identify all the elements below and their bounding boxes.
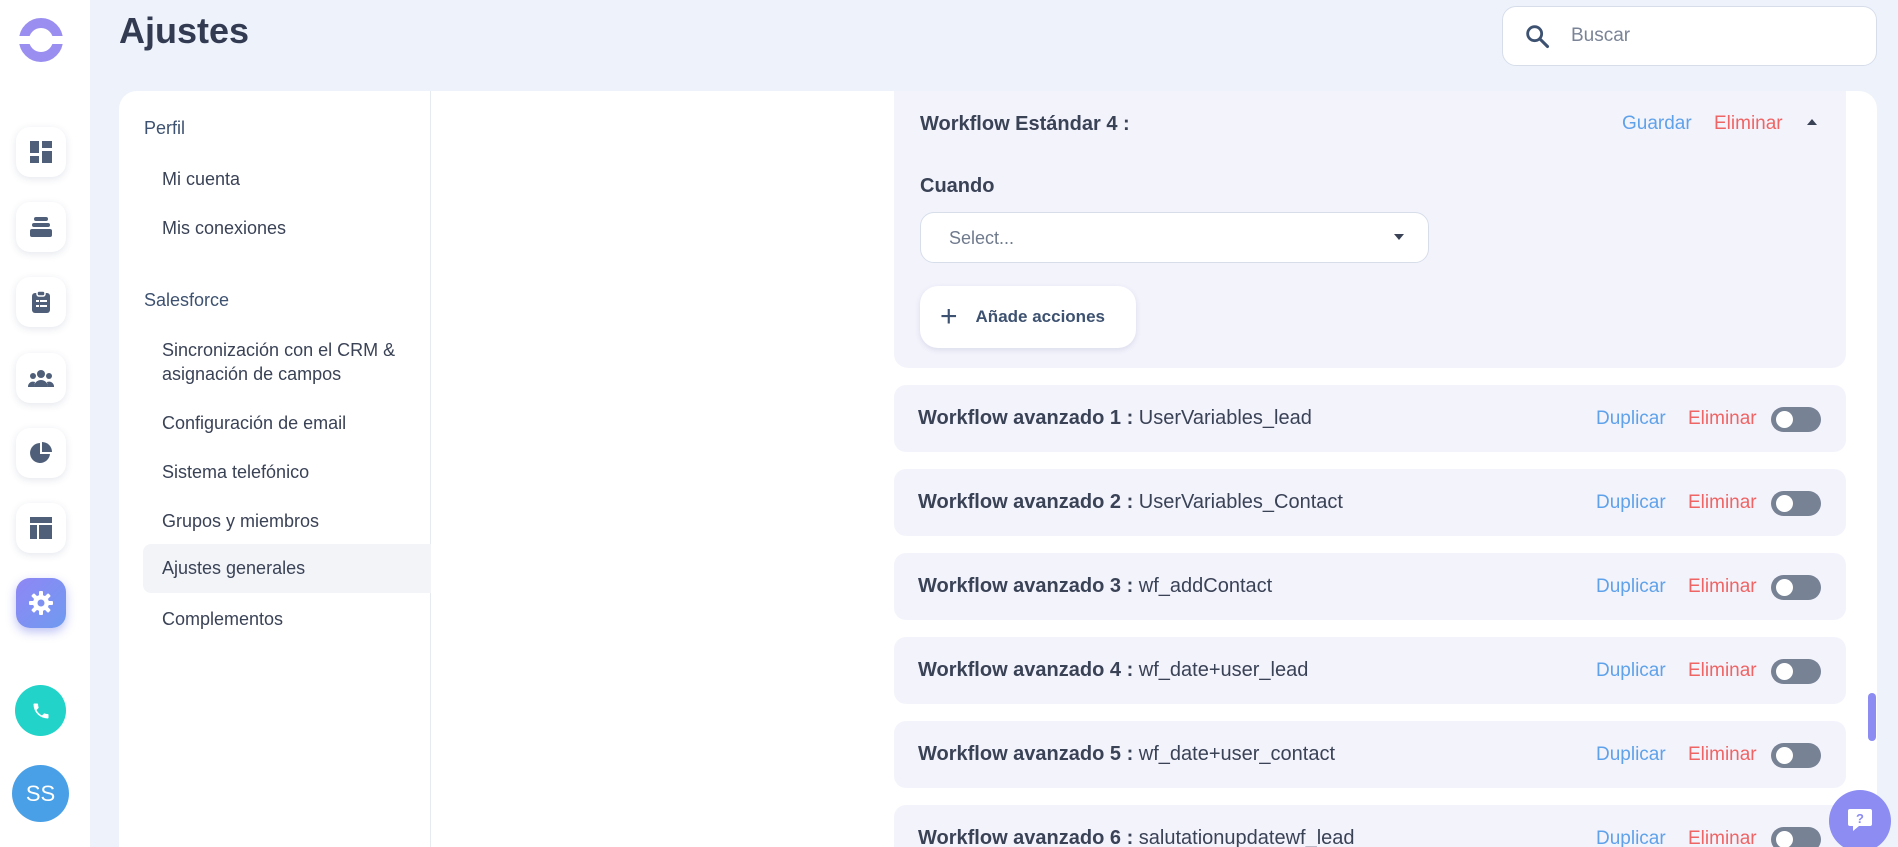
duplicate-button[interactable]: Duplicar	[1596, 744, 1666, 766]
workflow-name: salutationupdatewf_lead	[1138, 827, 1355, 847]
nav-item-groups-members[interactable]: Grupos y miembros	[143, 509, 431, 533]
search-icon	[1526, 25, 1550, 49]
workflow-row: Workflow avanzado 2 : UserVariables_Cont…	[894, 469, 1846, 536]
select-placeholder: Select...	[949, 228, 1015, 248]
pie-chart-icon	[30, 442, 52, 463]
page-title: Ajustes	[119, 10, 250, 51]
reports-button[interactable]	[16, 428, 66, 478]
workflow-label: Workflow avanzado 1 :	[918, 407, 1134, 429]
search-input[interactable]	[1571, 25, 1861, 47]
nav-item-addons[interactable]: Complementos	[143, 607, 431, 631]
workflow-toggle[interactable]	[1771, 491, 1821, 516]
workflow-name: UserVariables_Contact	[1138, 491, 1343, 513]
delete-button[interactable]: Eliminar	[1688, 408, 1757, 430]
help-chat-icon: ?	[1848, 809, 1872, 831]
workflow-label: Workflow avanzado 6 :	[918, 827, 1134, 847]
settings-button[interactable]	[16, 578, 66, 628]
settings-panel: Perfil Mi cuenta Mis conexiones Salesfor…	[119, 91, 1877, 847]
app-sidebar: SS	[0, 0, 90, 847]
duplicate-button[interactable]: Duplicar	[1596, 408, 1666, 430]
nav-item-mi-cuenta[interactable]: Mi cuenta	[143, 167, 431, 191]
chevron-down-icon	[1394, 234, 1404, 240]
phone-icon	[33, 703, 48, 718]
avatar[interactable]: SS	[12, 765, 69, 822]
delete-button[interactable]: Eliminar	[1688, 660, 1757, 682]
nav-item-email-config[interactable]: Configuración de email	[143, 411, 431, 435]
svg-text:?: ?	[1856, 811, 1864, 826]
when-label: Cuando	[920, 175, 995, 197]
workflow-label: Workflow avanzado 5 :	[918, 743, 1134, 765]
delete-button[interactable]: Eliminar	[1688, 828, 1757, 847]
clipboard-button[interactable]	[16, 277, 66, 327]
team-button[interactable]	[16, 353, 66, 403]
workflow-row: Workflow avanzado 3 : wf_addContact Dupl…	[894, 553, 1846, 620]
workflow-row: Workflow avanzado 5 : wf_date+user_conta…	[894, 721, 1846, 788]
layout-button[interactable]	[16, 503, 66, 553]
workflow-label: Workflow avanzado 4 :	[918, 659, 1134, 681]
duplicate-button[interactable]: Duplicar	[1596, 828, 1666, 847]
chevron-up-icon[interactable]	[1806, 117, 1818, 127]
gear-icon	[29, 591, 53, 615]
save-button[interactable]: Guardar	[1622, 113, 1692, 135]
dashboard-button[interactable]	[16, 127, 66, 177]
settings-nav: Perfil Mi cuenta Mis conexiones Salesfor…	[119, 91, 431, 847]
delete-button[interactable]: Eliminar	[1714, 113, 1783, 135]
team-icon	[28, 370, 54, 387]
workflow-row: Workflow avanzado 4 : wf_date+user_lead …	[894, 637, 1846, 704]
duplicate-button[interactable]: Duplicar	[1596, 660, 1666, 682]
nav-item-general-settings[interactable]: Ajustes generales	[143, 544, 431, 593]
avatar-initials: SS	[25, 780, 56, 806]
delete-button[interactable]: Eliminar	[1688, 744, 1757, 766]
duplicate-button[interactable]: Duplicar	[1596, 492, 1666, 514]
workflow-name: UserVariables_lead	[1138, 407, 1312, 429]
workflow-toggle[interactable]	[1771, 743, 1821, 768]
add-actions-button[interactable]: + Añade acciones	[920, 286, 1136, 348]
delete-button[interactable]: Eliminar	[1688, 492, 1757, 514]
app-logo[interactable]	[18, 17, 64, 63]
workflow-toggle[interactable]	[1771, 659, 1821, 684]
inbox-icon	[30, 217, 52, 237]
workflow-toggle[interactable]	[1771, 407, 1821, 432]
nav-section-perfil: Perfil	[144, 118, 186, 138]
phone-button[interactable]	[15, 685, 66, 736]
duplicate-button[interactable]: Duplicar	[1596, 576, 1666, 598]
add-actions-label: Añade acciones	[975, 307, 1105, 326]
nav-item-phone-system[interactable]: Sistema telefónico	[143, 460, 431, 484]
workflow-row: Workflow avanzado 6 : salutationupdatewf…	[894, 805, 1846, 847]
workflow-name: wf_date+user_lead	[1138, 659, 1309, 681]
workflow-row: Workflow avanzado 1 : UserVariables_lead…	[894, 385, 1846, 452]
clipboard-icon	[32, 290, 50, 313]
standard-workflow-title: Workflow Estándar 4 :	[920, 113, 1130, 135]
when-select[interactable]: Select...	[920, 212, 1429, 263]
workflow-name: wf_addContact	[1138, 575, 1273, 597]
delete-button[interactable]: Eliminar	[1688, 576, 1757, 598]
layout-icon	[30, 517, 52, 539]
help-button[interactable]: ?	[1829, 790, 1891, 847]
workflow-toggle[interactable]	[1771, 827, 1821, 847]
inbox-button[interactable]	[16, 202, 66, 252]
nav-section-salesforce: Salesforce	[144, 290, 230, 310]
workflow-label: Workflow avanzado 3 :	[918, 575, 1134, 597]
nav-item-mis-conexiones[interactable]: Mis conexiones	[143, 216, 431, 240]
dashboard-icon	[30, 141, 52, 163]
standard-workflow-card: Workflow Estándar 4 : Guardar Eliminar C…	[894, 91, 1846, 368]
nav-item-crm-sync[interactable]: Sincronización con el CRM & asignación d…	[143, 338, 413, 386]
workflow-toggle[interactable]	[1771, 575, 1821, 600]
scrollbar-thumb[interactable]	[1868, 693, 1876, 741]
search-box[interactable]	[1502, 6, 1877, 66]
workflow-name: wf_date+user_contact	[1138, 743, 1336, 765]
workflow-label: Workflow avanzado 2 :	[918, 491, 1134, 513]
plus-icon: +	[940, 300, 958, 333]
